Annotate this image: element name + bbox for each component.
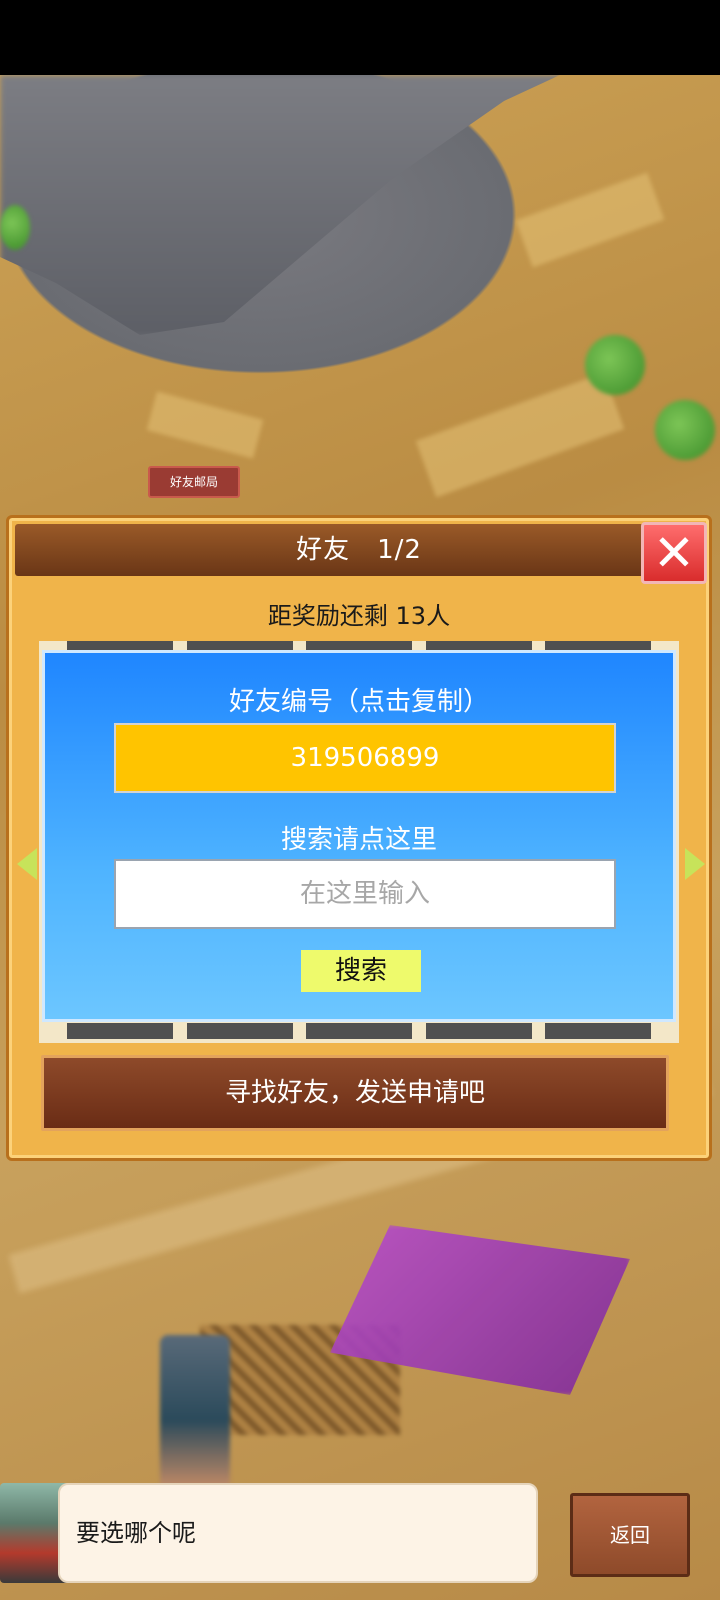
dialog-header: 好友 1/2 — [15, 524, 703, 576]
dialog-title: 好友 1/2 — [296, 535, 422, 565]
friend-slot[interactable] — [425, 1023, 532, 1039]
search-input[interactable]: 在这里输入 — [114, 859, 616, 929]
search-button[interactable]: 搜索 — [301, 950, 421, 992]
tree — [0, 205, 30, 250]
map-tile — [146, 391, 264, 459]
arrow-right-icon[interactable] — [685, 848, 705, 880]
speech-bubble: 要选哪个呢 — [58, 1483, 538, 1583]
search-label: 搜索请点这里 — [280, 825, 437, 855]
reward-remaining-text: 距奖励还剩 13人 — [267, 602, 451, 630]
friend-slot[interactable] — [67, 1023, 173, 1039]
tree — [655, 400, 715, 460]
status-bar — [0, 0, 720, 75]
find-friends-button[interactable]: 寻找好友，发送申请吧 — [41, 1055, 669, 1131]
friend-id-copy-button[interactable]: 319506899 — [114, 723, 616, 793]
tree — [585, 335, 645, 395]
friend-id-label: 好友编号（点击复制） — [228, 687, 489, 717]
friends-dialog: 好友 1/2 ✕ 距奖励还剩 13人 好友编号（点击复制） 319506899 … — [6, 515, 712, 1161]
slot-row-bottom — [39, 1023, 679, 1039]
map-water — [0, 75, 560, 335]
back-button[interactable]: 返回 — [570, 1493, 690, 1577]
close-button[interactable]: ✕ — [641, 522, 707, 584]
map-tile — [515, 172, 665, 268]
map-tile — [415, 372, 625, 498]
bottom-dialog-bar: 要选哪个呢 返回 — [0, 1483, 720, 1600]
friend-search-panel: 好友编号（点击复制） 319506899 搜索请点这里 在这里输入 搜索 — [42, 650, 676, 1022]
close-icon: ✕ — [653, 524, 695, 582]
friend-slot[interactable] — [545, 1023, 651, 1039]
arrow-left-icon[interactable] — [17, 848, 37, 880]
friend-slot[interactable] — [186, 1023, 293, 1039]
tower — [160, 1335, 230, 1505]
post-office-label[interactable]: 好友邮局 — [148, 466, 240, 498]
friend-slot[interactable] — [306, 1023, 412, 1039]
